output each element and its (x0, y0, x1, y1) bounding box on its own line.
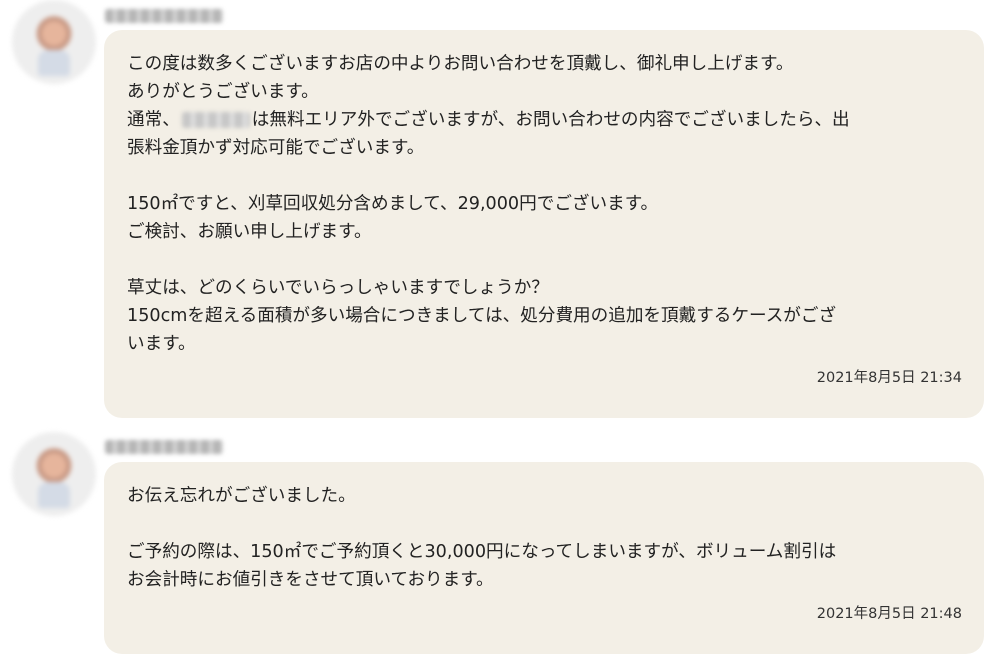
message-timestamp: 2021年8月5日 21:48 (816, 606, 962, 622)
message-bubble: お伝え忘れがございました。 ご予約の際は、150㎡でご予約頂くと30,000円に… (104, 462, 984, 654)
message-line: お会計時にお値引きをさせて頂いております。 (127, 570, 494, 590)
message-line: ご予約の際は、150㎡でご予約頂くと30,000円になってしまいますが、ボリュー… (127, 542, 837, 562)
message-line: 150cmを超える面積が多い場合につきましては、処分費用の追加を頂戴するケースが… (127, 306, 837, 326)
avatar[interactable] (12, 0, 96, 84)
message-line: 150㎡ですと、刈草回収処分含めまして、29,000円でございます。 (127, 194, 659, 214)
message-line: ありがとうございます。 (127, 82, 319, 102)
message-line-prefix: 通常、 (127, 110, 180, 130)
message-line: お伝え忘れがございました。 (127, 486, 356, 506)
message-line (127, 510, 962, 538)
message-line (127, 162, 962, 190)
message-timestamp: 2021年8月5日 21:34 (816, 370, 962, 386)
message-line: この度は数多くございますお店の中よりお問い合わせを頂戴し、御礼申し上げます。 (127, 54, 794, 74)
message-line: ご検討、お願い申し上げます。 (127, 222, 372, 242)
message-line: 草丈は、どのくらいでいらっしゃいますでしょうか？ (127, 278, 549, 298)
message-line: います。 (127, 334, 196, 354)
sender-name (105, 9, 223, 23)
message-line (127, 246, 962, 274)
message-line: 張料金頂かず対応可能でございます。 (127, 138, 425, 158)
avatar[interactable] (12, 432, 96, 516)
message-line-suffix: は無料エリア外でございますが、お問い合わせの内容でございましたら、出 (251, 110, 850, 130)
message-line: 通常、 は無料エリア外でございますが、お問い合わせの内容でございましたら、出 (127, 106, 962, 134)
sender-name (105, 440, 223, 454)
redacted-area-name (181, 112, 250, 128)
message-bubble: この度は数多くございますお店の中よりお問い合わせを頂戴し、御礼申し上げます。 あ… (104, 30, 984, 418)
